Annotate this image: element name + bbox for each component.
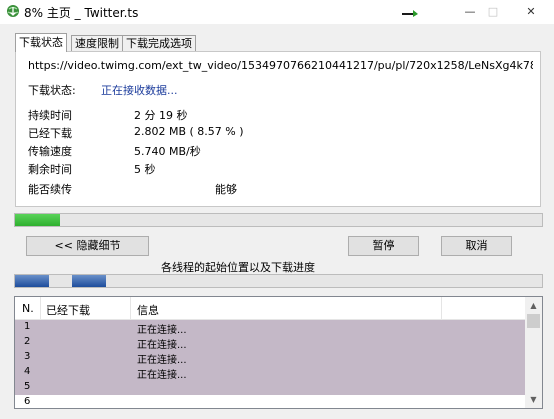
globe-download-icon bbox=[7, 5, 19, 17]
resume-value: 能够 bbox=[215, 183, 237, 196]
row-number: 3 bbox=[24, 351, 31, 362]
table-row[interactable]: 6 bbox=[15, 395, 525, 408]
row-info: 正在连接... bbox=[137, 325, 187, 336]
row-number: 2 bbox=[24, 336, 31, 347]
row-number: 1 bbox=[24, 321, 31, 332]
status-label: 下载状态: bbox=[28, 84, 76, 97]
column-header-n[interactable]: N. bbox=[22, 302, 34, 315]
status-panel: https://video.twimg.com/ext_tw_video/153… bbox=[15, 51, 541, 207]
tab-completion-options[interactable]: 下载完成选项 bbox=[122, 35, 196, 51]
row-number: 5 bbox=[24, 381, 31, 392]
column-header-downloaded[interactable]: 已经下载 bbox=[46, 302, 90, 318]
row-number: 4 bbox=[24, 366, 31, 377]
downloaded-value: 2.802 MB ( 8.57 % ) bbox=[134, 125, 244, 138]
remaining-label: 剩余时间 bbox=[28, 163, 72, 176]
speed-value: 5.740 MB/秒 bbox=[134, 145, 201, 158]
tab-download-status[interactable]: 下载状态 bbox=[15, 33, 67, 52]
cancel-button[interactable]: 取消 bbox=[441, 236, 512, 256]
thread-progress-bar bbox=[14, 274, 543, 288]
threads-caption: 各线程的起始位置以及下载进度 bbox=[161, 261, 315, 274]
thread-segment bbox=[71, 275, 106, 287]
scroll-up-arrow-icon[interactable]: ▲ bbox=[525, 297, 542, 314]
column-header-info[interactable]: 信息 bbox=[137, 302, 159, 318]
pause-button[interactable]: 暂停 bbox=[348, 236, 419, 256]
duration-label: 持续时间 bbox=[28, 109, 72, 122]
row-info: 正在连接... bbox=[137, 355, 187, 366]
scroll-down-arrow-icon[interactable]: ▼ bbox=[525, 391, 542, 408]
window-title: 8% 主页 _ Twitter.ts bbox=[24, 6, 139, 20]
title-bar: 8% 主页 _ Twitter.ts — □ ✕ bbox=[0, 0, 554, 24]
downloaded-label: 已经下载 bbox=[28, 127, 72, 140]
arrow-right-icon bbox=[402, 10, 418, 17]
thread-list[interactable]: N. 已经下载 信息 1 正在连接... 2 正在连接... 3 正在连接... 4 正在连接… bbox=[14, 296, 543, 409]
table-row[interactable]: 2 正在连接... bbox=[15, 335, 525, 351]
row-info: 正在连接... bbox=[137, 340, 187, 351]
table-row[interactable]: 3 正在连接... bbox=[15, 350, 525, 366]
table-row[interactable]: 4 正在连接... bbox=[15, 365, 525, 381]
table-row[interactable]: 5 bbox=[15, 380, 525, 395]
remaining-value: 5 秒 bbox=[134, 163, 156, 176]
progress-fill bbox=[15, 214, 61, 226]
list-header: N. 已经下载 信息 bbox=[15, 297, 525, 320]
list-body: 1 正在连接... 2 正在连接... 3 正在连接... 4 正在连接... 5 6 bbox=[15, 320, 525, 408]
duration-value: 2 分 19 秒 bbox=[134, 109, 188, 122]
thread-segment bbox=[15, 275, 50, 287]
table-row[interactable]: 1 正在连接... bbox=[15, 320, 525, 336]
resume-label: 能否续传 bbox=[28, 183, 72, 196]
download-progress-bar bbox=[14, 213, 543, 227]
speed-label: 传输速度 bbox=[28, 145, 72, 158]
scroll-thumb[interactable] bbox=[527, 314, 540, 328]
hide-details-button[interactable]: << 隐藏细节 bbox=[26, 236, 149, 256]
vertical-scrollbar[interactable]: ▲ ▼ bbox=[525, 297, 542, 408]
status-value: 正在接收数据... bbox=[101, 84, 178, 97]
row-number: 6 bbox=[24, 396, 31, 407]
tab-speed-limit[interactable]: 速度限制 bbox=[71, 35, 123, 51]
close-button[interactable]: ✕ bbox=[508, 0, 554, 22]
row-info: 正在连接... bbox=[137, 370, 187, 381]
download-url: https://video.twimg.com/ext_tw_video/153… bbox=[28, 59, 533, 72]
